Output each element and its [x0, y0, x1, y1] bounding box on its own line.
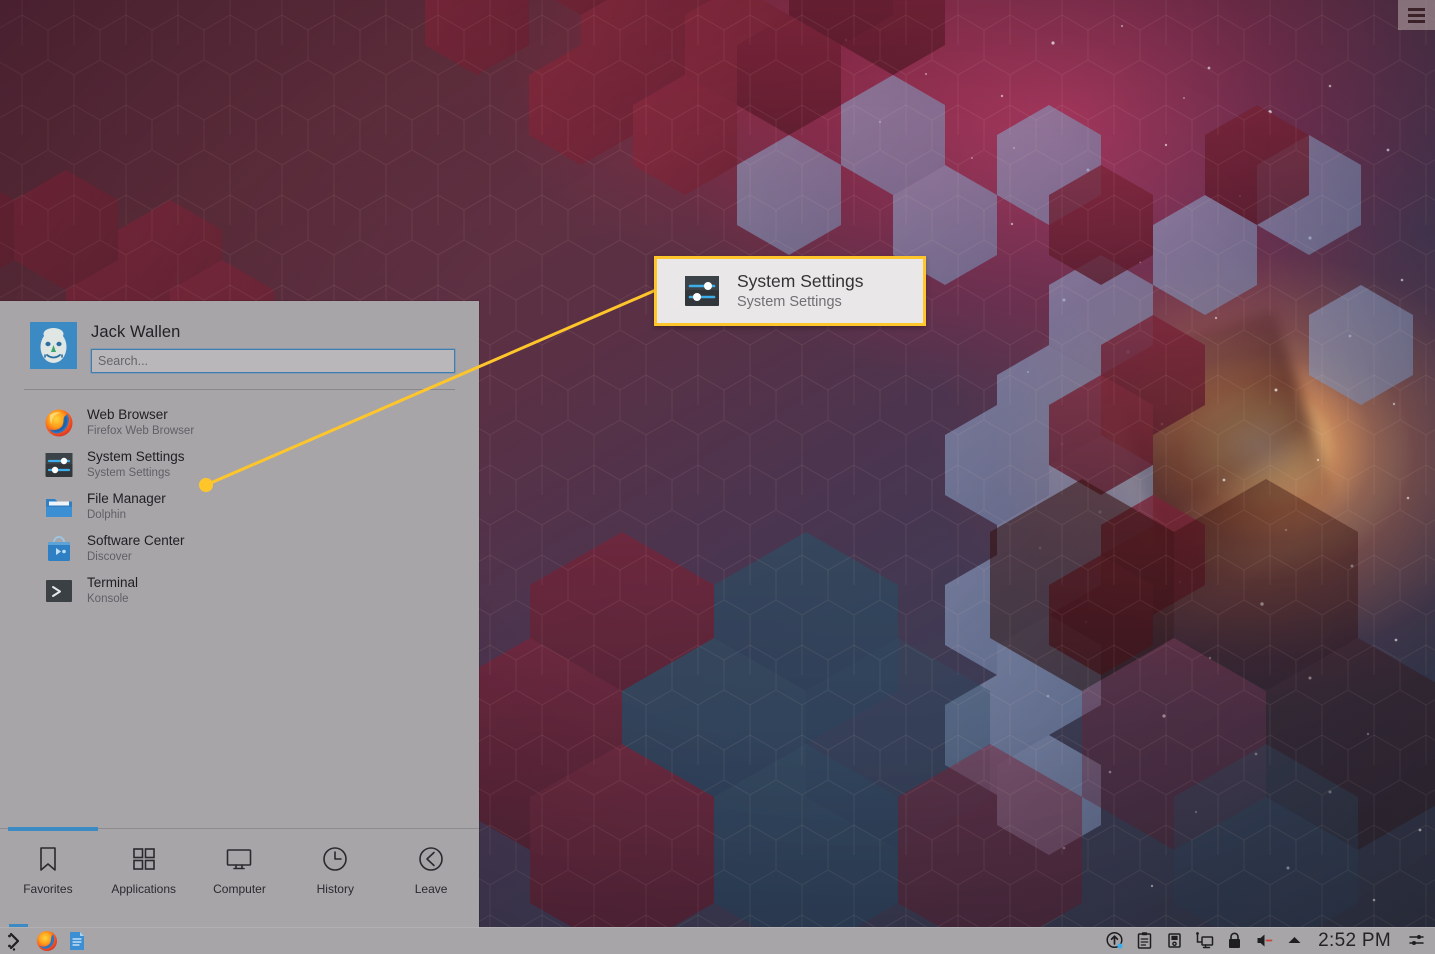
- user-name-label: Jack Wallen: [91, 323, 181, 341]
- taskbar-launchers: [0, 923, 88, 952]
- network-display-icon[interactable]: [1195, 931, 1214, 950]
- hamburger-menu-icon: [1408, 13, 1425, 17]
- taskbar-panel: 2:52 PM: [0, 923, 1435, 954]
- favorites-list: Web Browser Firefox Web Browser System S…: [0, 390, 479, 829]
- kickoff-header: Jack Wallen: [0, 301, 479, 374]
- callout-title: System Settings: [737, 271, 864, 292]
- bookmark-icon: [40, 847, 56, 871]
- corner-hamburger-button[interactable]: [1398, 0, 1435, 30]
- favorite-title: Software Center: [87, 532, 185, 548]
- firefox-icon[interactable]: [36, 930, 58, 952]
- application-launcher-icon[interactable]: [6, 923, 28, 952]
- konsole-terminal-icon: [44, 576, 74, 606]
- hamburger-menu-icon: [1408, 7, 1425, 11]
- kickoff-tabstrip: Favorites Applications Computer History …: [0, 827, 479, 927]
- clock-icon: [323, 847, 348, 871]
- favorite-item-web-browser[interactable]: Web Browser Firefox Web Browser: [0, 402, 479, 444]
- discover-bag-icon: [44, 534, 74, 564]
- annotation-callout-system-settings: System Settings System Settings: [654, 256, 926, 326]
- system-tray: 2:52 PM: [1105, 930, 1435, 952]
- folder-dolphin-icon: [44, 492, 74, 522]
- favorite-title: File Manager: [87, 490, 166, 506]
- tab-label: Applications: [111, 882, 177, 896]
- panel-settings-icon[interactable]: [1407, 931, 1426, 950]
- favorite-subtitle: System Settings: [87, 466, 171, 479]
- favorite-item-software-center[interactable]: Software Center Discover: [0, 528, 479, 570]
- tab-label: Computer: [213, 882, 266, 896]
- tab-label: History: [316, 882, 354, 896]
- usb-device-icon[interactable]: [1165, 931, 1184, 950]
- favorite-item-terminal[interactable]: Terminal Konsole: [0, 570, 479, 612]
- user-avatar-face-icon: [30, 322, 77, 369]
- clock-label[interactable]: 2:52 PM: [1315, 930, 1396, 952]
- grid-icon: [132, 848, 155, 870]
- application-launcher-menu: Jack Wallen Search... Web Browser Firefo…: [0, 301, 479, 927]
- tab-favorites[interactable]: Favorites: [0, 844, 96, 896]
- system-settings-sliders-icon: [44, 450, 74, 480]
- tab-leave[interactable]: Leave: [383, 844, 479, 896]
- callout-subtitle: System Settings: [737, 293, 842, 310]
- software-update-icon[interactable]: [1105, 931, 1124, 950]
- favorite-item-file-manager[interactable]: File Manager Dolphin: [0, 486, 479, 528]
- system-settings-sliders-icon: [683, 272, 721, 310]
- show-hidden-icons-arrow-icon[interactable]: [1285, 931, 1304, 950]
- tab-history[interactable]: History: [287, 844, 383, 896]
- tab-applications[interactable]: Applications: [96, 844, 192, 896]
- desktop-screen: Jack Wallen Search... Web Browser Firefo…: [0, 0, 1435, 954]
- text-document-icon[interactable]: [66, 930, 88, 952]
- clipboard-icon[interactable]: [1135, 931, 1154, 950]
- search-input[interactable]: [90, 347, 456, 374]
- favorite-title: Web Browser: [87, 406, 168, 422]
- favorite-subtitle: Konsole: [87, 592, 129, 605]
- active-tab-indicator: [8, 827, 98, 831]
- favorite-item-system-settings[interactable]: System Settings System Settings: [0, 444, 479, 486]
- firefox-icon: [44, 408, 74, 438]
- user-avatar[interactable]: [30, 322, 77, 369]
- hamburger-menu-icon: [1408, 19, 1425, 23]
- favorite-subtitle: Dolphin: [87, 508, 126, 521]
- tab-label: Favorites: [23, 882, 73, 896]
- favorite-subtitle: Firefox Web Browser: [87, 424, 195, 437]
- favorite-subtitle: Discover: [87, 550, 132, 563]
- tab-computer[interactable]: Computer: [192, 844, 288, 896]
- launcher-active-indicator: [9, 923, 28, 927]
- lock-icon[interactable]: [1225, 931, 1244, 950]
- volume-muted-icon[interactable]: [1255, 931, 1274, 950]
- favorite-title: System Settings: [87, 448, 185, 464]
- favorite-title: Terminal: [87, 574, 139, 590]
- tab-label: Leave: [414, 882, 448, 896]
- monitor-icon: [227, 849, 252, 870]
- power-back-icon: [419, 847, 443, 871]
